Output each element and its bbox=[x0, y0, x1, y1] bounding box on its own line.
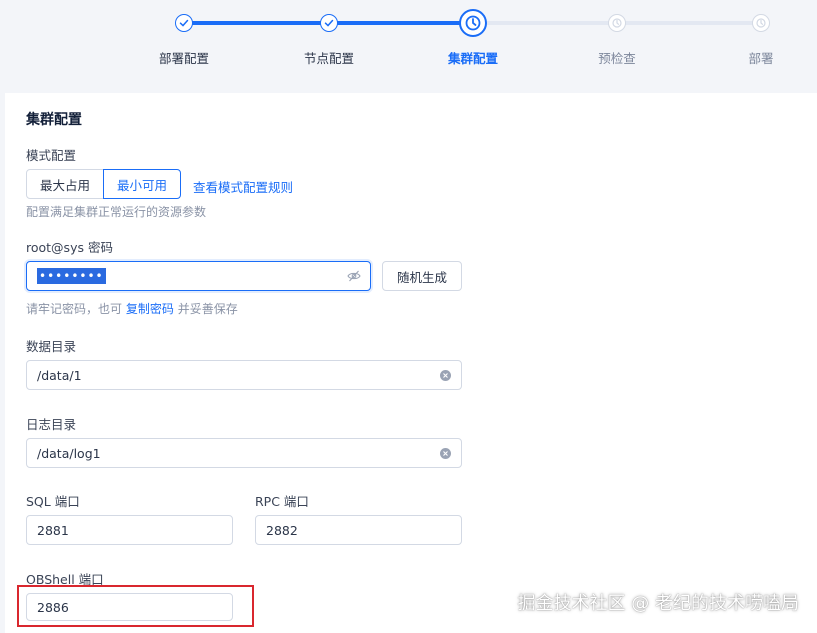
sql-port-label: SQL 端口 bbox=[26, 494, 80, 509]
step-label-node-config[interactable]: 节点配置 bbox=[304, 48, 354, 67]
password-label: root@sys 密码 bbox=[26, 240, 113, 255]
rpc-port-value: 2882 bbox=[266, 522, 298, 538]
log-dir-label: 日志目录 bbox=[26, 417, 77, 432]
step-4-clock-icon bbox=[608, 14, 626, 32]
sql-port-input[interactable]: 2881 bbox=[26, 515, 233, 545]
steps-bar: 部署配置 节点配置 集群配置 预检查 部署 bbox=[0, 0, 817, 90]
password-hint-suffix: 并妥善保存 bbox=[177, 302, 238, 316]
copy-password-link[interactable]: 复制密码 bbox=[126, 302, 174, 316]
rpc-port-label: RPC 端口 bbox=[255, 494, 309, 509]
step-5-clock-icon bbox=[752, 14, 770, 32]
random-generate-button[interactable]: 随机生成 bbox=[382, 261, 462, 291]
mode-min-available-button[interactable]: 最小可用 bbox=[103, 169, 182, 199]
log-dir-input[interactable]: /data/log1 bbox=[26, 438, 462, 468]
step-3-clock-icon bbox=[459, 9, 487, 37]
step-label-deploy-config[interactable]: 部署配置 bbox=[159, 48, 209, 67]
data-dir-input[interactable]: /data/1 bbox=[26, 360, 462, 390]
eye-slash-icon[interactable] bbox=[347, 269, 361, 283]
data-dir-value: /data/1 bbox=[37, 367, 82, 383]
mode-max-usage-button[interactable]: 最大占用 bbox=[26, 169, 105, 199]
step-2-check-icon bbox=[320, 14, 338, 32]
step-1-check-icon bbox=[175, 14, 193, 32]
password-hint: 请牢记密码，也可 复制密码 并妥善保存 bbox=[26, 300, 238, 317]
section-title: 集群配置 bbox=[26, 112, 82, 128]
step-label-precheck: 预检查 bbox=[598, 51, 636, 66]
cluster-config-card: 集群配置 模式配置 最大占用 最小可用 查看模式配置规则 配置满足集群正常运行的… bbox=[5, 93, 817, 633]
highlight-annotation-box bbox=[17, 585, 254, 627]
step-label-deploy: 部署 bbox=[748, 51, 774, 66]
data-dir-label: 数据目录 bbox=[26, 339, 77, 354]
mode-button-group: 最大占用 最小可用 bbox=[26, 169, 182, 199]
password-input[interactable]: •••••••• bbox=[26, 261, 371, 291]
mode-rules-link[interactable]: 查看模式配置规则 bbox=[193, 177, 293, 196]
password-value: •••••••• bbox=[37, 268, 106, 284]
clear-icon[interactable] bbox=[440, 448, 451, 459]
mode-label: 模式配置 bbox=[26, 148, 77, 163]
log-dir-value: /data/log1 bbox=[37, 445, 101, 461]
mode-hint: 配置满足集群正常运行的资源参数 bbox=[26, 205, 207, 219]
clear-icon[interactable] bbox=[440, 370, 451, 381]
sql-port-value: 2881 bbox=[37, 522, 69, 538]
password-hint-prefix: 请牢记密码，也可 bbox=[26, 302, 123, 316]
watermark-text: 掘金技术社区 @ 老纪的技术唠嗑局 bbox=[517, 593, 799, 614]
rpc-port-input[interactable]: 2882 bbox=[255, 515, 462, 545]
step-label-cluster-config[interactable]: 集群配置 bbox=[448, 48, 498, 67]
